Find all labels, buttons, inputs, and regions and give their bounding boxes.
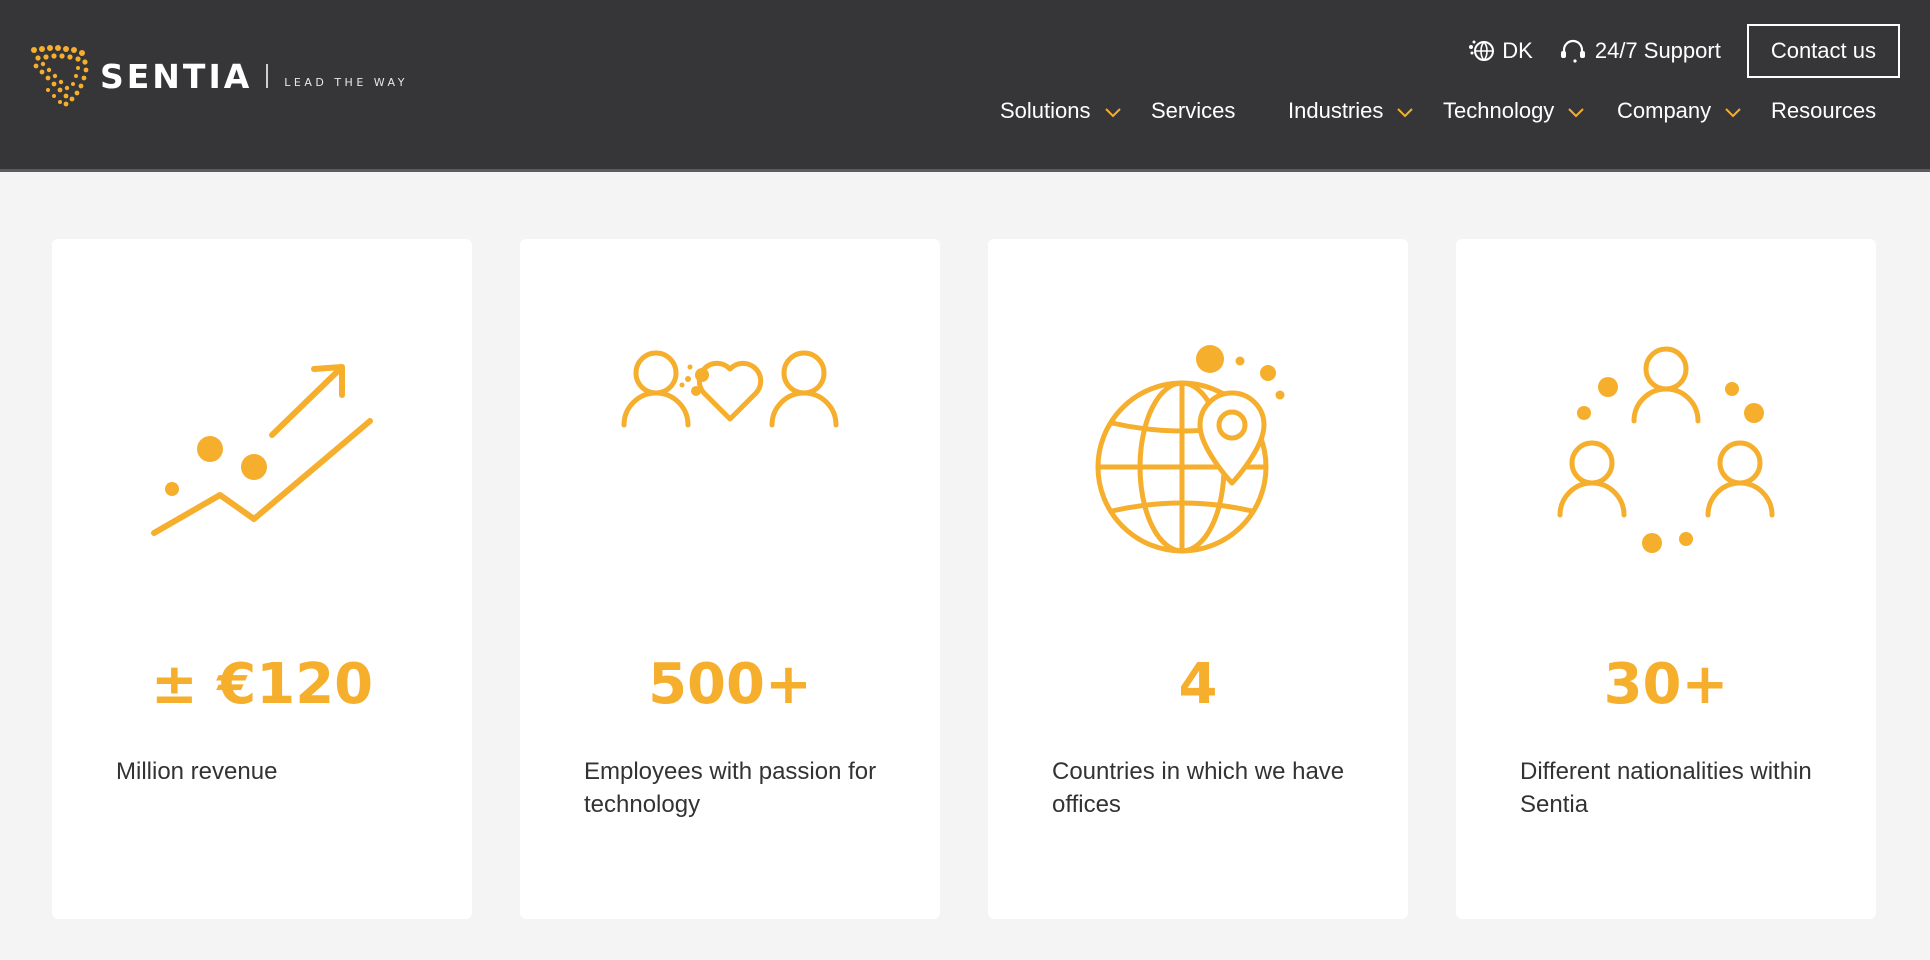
nav-item-label: Solutions	[1000, 98, 1091, 123]
stat-description: Different nationalities within Sentia	[1520, 758, 1812, 818]
globe-location-icon	[1095, 345, 1285, 554]
sentia-logo-icon	[31, 45, 89, 107]
headset-icon	[1560, 39, 1585, 63]
stat-value: 4	[1178, 652, 1218, 717]
support-link[interactable]: 24/7 Support	[1559, 38, 1721, 64]
logo-tagline: LEAD THE WAY	[284, 75, 408, 89]
site-logo[interactable]: SENTIA LEAD THE WAY	[28, 44, 408, 108]
stat-value: 30+	[1603, 652, 1729, 717]
nav-item-label: Services	[1151, 98, 1236, 123]
chevron-down-icon	[1568, 108, 1585, 118]
stat-card-nationalities: 30+ Different nationalities within Senti…	[1456, 239, 1876, 919]
stat-card-revenue: ± €120 Million revenue	[52, 239, 472, 919]
stat-description: Million revenue	[116, 758, 278, 785]
nav-item-solutions[interactable]: Solutions	[1000, 96, 1121, 126]
logo-divider	[266, 64, 269, 88]
language-switch-link[interactable]: DK	[1468, 38, 1533, 64]
support-label: 24/7 Support	[1594, 38, 1721, 63]
nav-item-company[interactable]: Company	[1617, 96, 1741, 126]
globe-icon	[1469, 40, 1495, 62]
nav-item-services[interactable]: Services	[1151, 96, 1235, 126]
stat-card-countries: 4 Countries in which we have offices	[988, 239, 1408, 919]
main-nav: Solutions Services Industries Technology…	[1000, 96, 1900, 126]
nav-item-label: Industries	[1288, 98, 1384, 123]
stat-value: ± €120	[150, 652, 374, 717]
stat-value: 500+	[648, 652, 812, 717]
nav-item-label: Resources	[1771, 98, 1877, 123]
chevron-down-icon	[1397, 108, 1414, 118]
stat-card-employees: 500+ Employees with passion for technolo…	[520, 239, 940, 919]
stat-description: Employees with passion for technology	[584, 758, 877, 818]
language-label: DK	[1502, 38, 1533, 63]
nav-item-label: Technology	[1443, 98, 1555, 123]
nav-item-resources[interactable]: Resources	[1771, 96, 1876, 126]
chevron-down-icon	[1725, 108, 1741, 118]
nav-item-industries[interactable]: Industries	[1288, 96, 1414, 126]
chevron-down-icon	[1104, 108, 1121, 118]
utility-bar: DK 24/7 Support Contact us	[1468, 24, 1900, 78]
logo-wordmark: SENTIA	[100, 56, 253, 96]
site-header: SENTIA LEAD THE WAY DK 24/7 Support Cont…	[0, 0, 1930, 172]
nav-item-label: Company	[1617, 98, 1712, 123]
people-heart-icon	[621, 350, 839, 428]
contact-us-button[interactable]: Contact us	[1746, 24, 1900, 78]
people-circle-icon	[1557, 346, 1775, 553]
stat-description: Countries in which we have offices	[1052, 758, 1345, 818]
growth-chart-icon	[151, 364, 373, 536]
nav-item-technology[interactable]: Technology	[1443, 96, 1585, 126]
